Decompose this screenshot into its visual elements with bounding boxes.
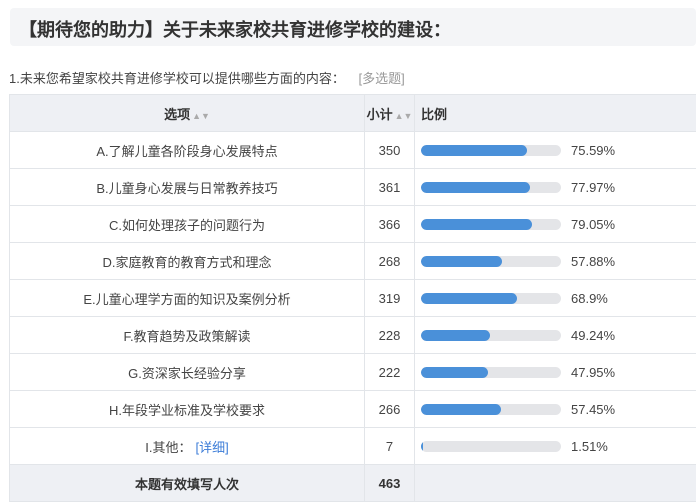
column-header-option[interactable]: 选项▲▼ [10,95,365,132]
percentage-label: 47.95% [571,365,615,380]
option-label: A.了解儿童各阶段身心发展特点 [96,144,277,159]
table-header-row: 选项▲▼ 小计▲▼ 比例 [10,95,696,132]
option-cell: B.儿童身心发展与日常教养技巧 [10,169,365,206]
question-type-tag: [多选题] [358,71,404,86]
footer-empty [415,465,696,502]
table-row: D.家庭教育的教育方式和理念 268 57.88% [10,243,696,280]
option-cell: A.了解儿童各阶段身心发展特点 [10,132,365,169]
ratio-cell: 49.24% [415,317,696,354]
footer-count: 463 [365,465,415,502]
question-text: 1.未来您希望家校共育进修学校可以提供哪些方面的内容： [9,71,345,86]
option-cell: F.教育趋势及政策解读 [10,317,365,354]
progress-bar-fill [421,330,490,341]
ratio-cell: 75.59% [415,132,696,169]
count-cell: 268 [365,243,415,280]
percentage-label: 79.05% [571,217,615,232]
progress-bar-track [421,182,561,193]
ratio-cell: 1.51% [415,428,696,465]
table-row: B.儿童身心发展与日常教养技巧 361 77.97% [10,169,696,206]
table-row: I.其他： [详细] 7 1.51% [10,428,696,465]
progress-bar-fill [421,182,530,193]
percentage-label: 49.24% [571,328,615,343]
count-cell: 350 [365,132,415,169]
ratio-cell: 79.05% [415,206,696,243]
option-label: D.家庭教育的教育方式和理念 [102,255,271,270]
progress-bar-fill [421,256,502,267]
progress-bar-track [421,441,561,452]
count-cell: 366 [365,206,415,243]
table-row: C.如何处理孩子的问题行为 366 79.05% [10,206,696,243]
percentage-label: 1.51% [571,439,608,454]
ratio-cell: 57.45% [415,391,696,428]
column-header-count-label: 小计 [367,107,393,122]
option-label: F.教育趋势及政策解读 [123,329,250,344]
percentage-label: 68.9% [571,291,608,306]
ratio-cell: 68.9% [415,280,696,317]
option-label: B.儿童身心发展与日常教养技巧 [96,181,277,196]
footer-label: 本题有效填写人次 [10,465,365,502]
option-cell: H.年段学业标准及学校要求 [10,391,365,428]
progress-bar-track [421,367,561,378]
option-cell: G.资深家长经验分享 [10,354,365,391]
progress-bar-track [421,256,561,267]
percentage-label: 77.97% [571,180,615,195]
progress-bar-fill [421,367,488,378]
percentage-label: 57.45% [571,402,615,417]
option-label: I.其他： [145,440,191,455]
option-cell: D.家庭教育的教育方式和理念 [10,243,365,280]
progress-bar-fill [421,441,423,452]
option-label: E.儿童心理学方面的知识及案例分析 [83,292,290,307]
table-row: H.年段学业标准及学校要求 266 57.45% [10,391,696,428]
progress-bar-fill [421,404,501,415]
ratio-cell: 77.97% [415,169,696,206]
option-label: H.年段学业标准及学校要求 [109,403,265,418]
sort-icon[interactable]: ▲▼ [395,111,413,121]
progress-bar-track [421,330,561,341]
option-cell: C.如何处理孩子的问题行为 [10,206,365,243]
ratio-cell: 57.88% [415,243,696,280]
table-footer-row: 本题有效填写人次463 [10,465,696,502]
detail-link[interactable]: [详细] [196,440,229,455]
table-row: E.儿童心理学方面的知识及案例分析 319 68.9% [10,280,696,317]
count-cell: 361 [365,169,415,206]
count-cell: 319 [365,280,415,317]
progress-bar-track [421,293,561,304]
option-label: G.资深家长经验分享 [128,366,246,381]
column-header-count[interactable]: 小计▲▼ [365,95,415,132]
results-table: 选项▲▼ 小计▲▼ 比例 A.了解儿童各阶段身心发展特点35075.59%B.儿… [9,94,696,502]
table-row: G.资深家长经验分享 222 47.95% [10,354,696,391]
column-header-ratio-label: 比例 [421,107,447,122]
progress-bar-track [421,145,561,156]
option-cell: E.儿童心理学方面的知识及案例分析 [10,280,365,317]
column-header-option-label: 选项 [164,107,190,122]
question-title: 1.未来您希望家校共育进修学校可以提供哪些方面的内容： [多选题] [9,68,405,87]
progress-bar-track [421,219,561,230]
option-cell: I.其他： [详细] [10,428,365,465]
progress-bar-fill [421,145,527,156]
table-row: F.教育趋势及政策解读 228 49.24% [10,317,696,354]
count-cell: 222 [365,354,415,391]
section-header: 【期待您的助力】关于未来家校共育进修学校的建设： [10,8,696,46]
count-cell: 228 [365,317,415,354]
sort-icon[interactable]: ▲▼ [192,111,210,121]
progress-bar-fill [421,293,517,304]
progress-bar-track [421,404,561,415]
ratio-cell: 47.95% [415,354,696,391]
percentage-label: 75.59% [571,143,615,158]
column-header-ratio: 比例 [415,95,696,132]
option-label: C.如何处理孩子的问题行为 [109,218,265,233]
percentage-label: 57.88% [571,254,615,269]
count-cell: 7 [365,428,415,465]
progress-bar-fill [421,219,532,230]
section-title: 【期待您的助力】关于未来家校共育进修学校的建设： [19,16,451,42]
table-row: A.了解儿童各阶段身心发展特点 350 75.59% [10,132,696,169]
count-cell: 266 [365,391,415,428]
